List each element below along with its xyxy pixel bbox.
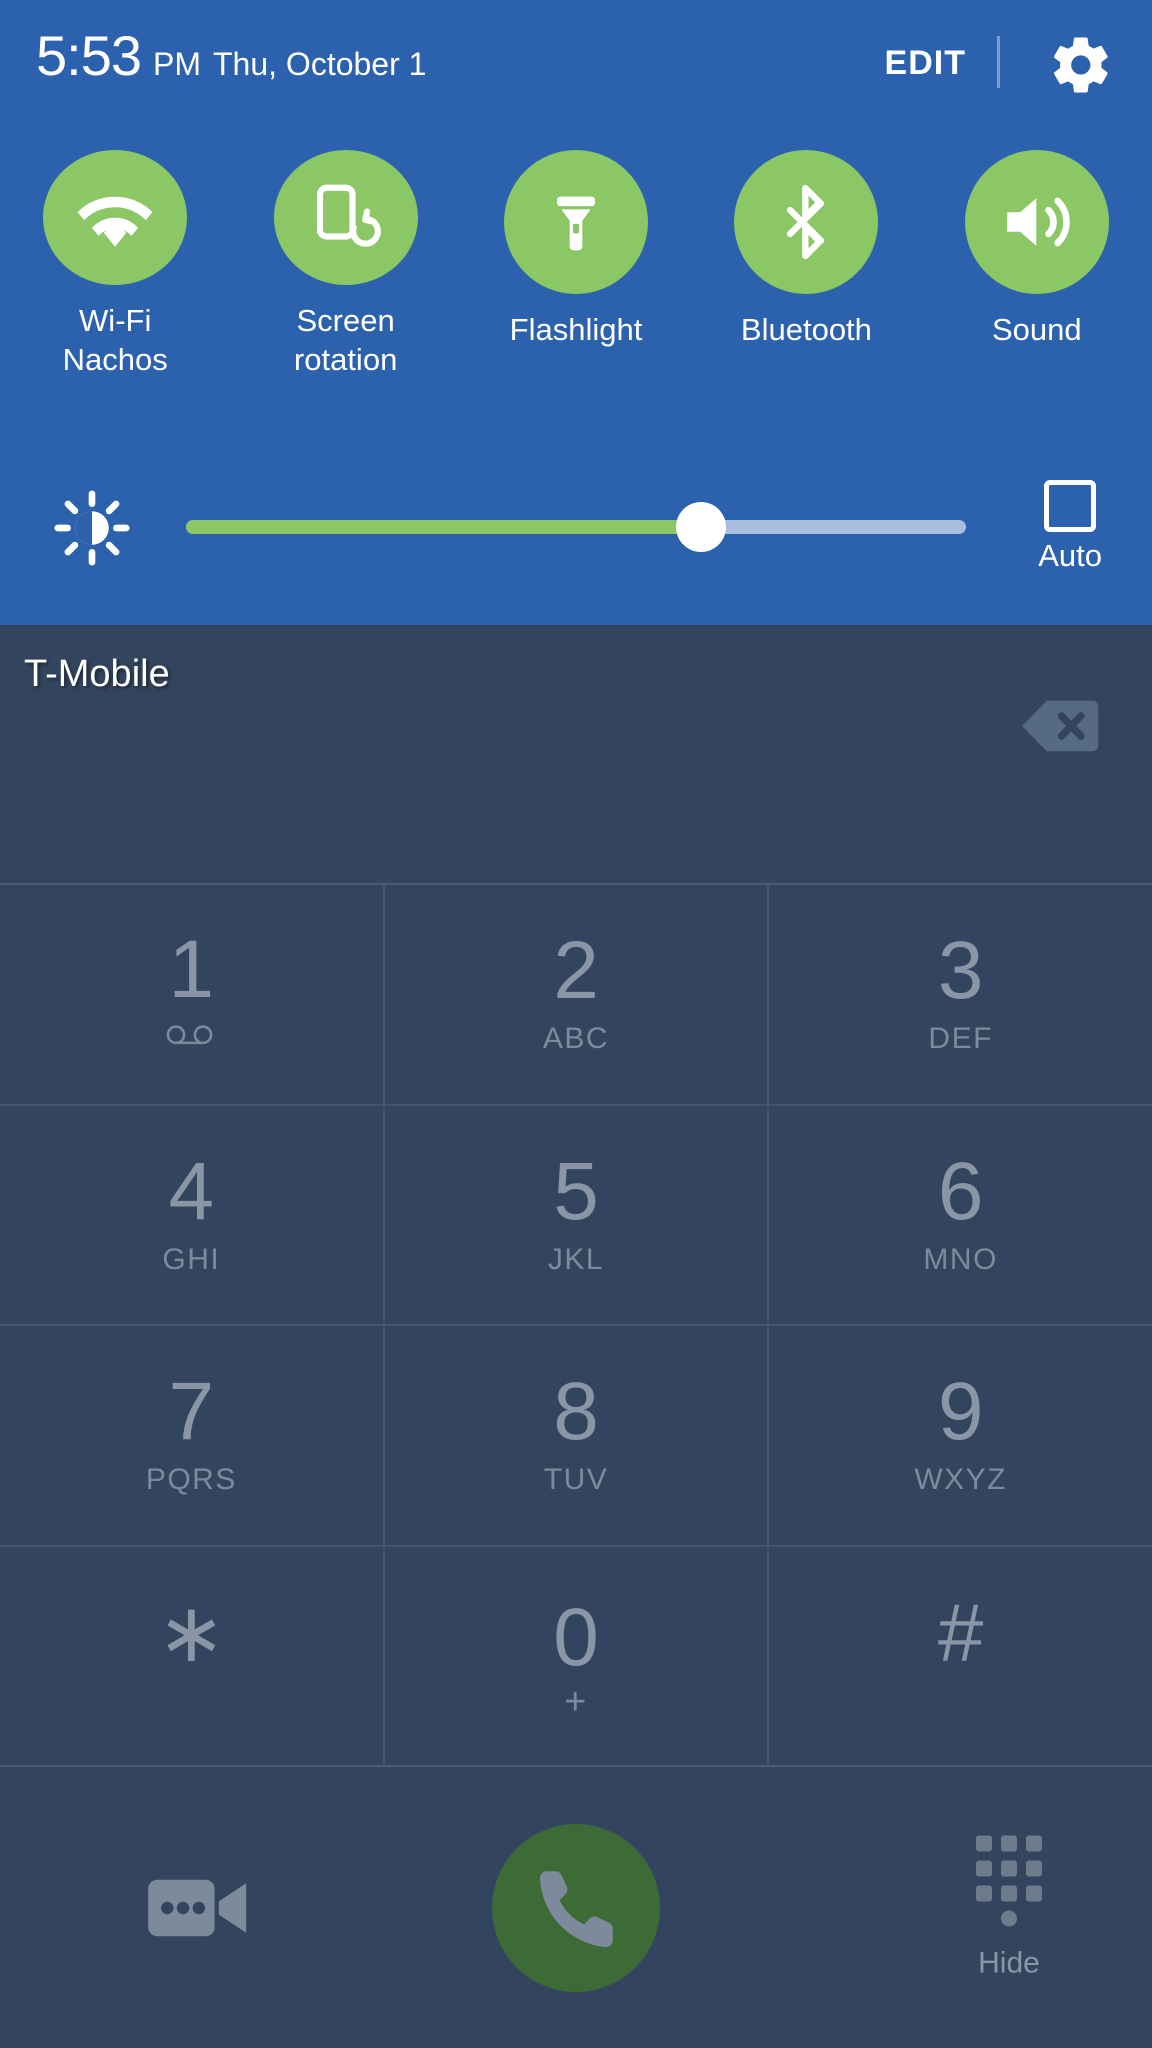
toggle-wifi-label: Wi-Fi	[79, 302, 152, 338]
gear-icon[interactable]	[1048, 32, 1114, 98]
dialpad-key-star[interactable]: ∗	[0, 1546, 385, 1767]
dialpad-key-8-digit: 8	[553, 1366, 599, 1458]
quick-settings-header: 5:53 PM Thu, October 1 EDIT	[0, 0, 1152, 118]
toggle-flashlight[interactable]: Flashlight	[461, 150, 691, 380]
voicemail-icon	[164, 1023, 218, 1057]
clock-ampm: PM	[153, 46, 201, 82]
toggle-bluetooth-label: Bluetooth	[740, 312, 872, 347]
quick-toggle-row: Wi-Fi Nachos Screen rotation Flashlight …	[0, 150, 1152, 380]
toggle-sound-circle[interactable]	[964, 150, 1109, 294]
carrier-name: T-Mobile	[24, 653, 170, 695]
toggle-screen-rotation-sub: rotation	[293, 342, 398, 378]
dialpad-key-4-letters: GHI	[162, 1242, 221, 1276]
toggle-sound[interactable]: Sound	[922, 150, 1152, 380]
flashlight-icon	[557, 196, 596, 251]
dialpad-key-9[interactable]: 9 WXYZ	[769, 1326, 1152, 1547]
dialpad-key-7-letters: PQRS	[145, 1463, 237, 1497]
backspace-icon[interactable]	[1016, 698, 1104, 754]
dialpad-key-star-digit: ∗	[156, 1587, 226, 1679]
dialpad-key-8[interactable]: 8 TUV	[384, 1326, 770, 1547]
dialpad-key-0-digit: 0	[553, 1591, 599, 1683]
clock-time: 5:53	[36, 24, 142, 87]
dialpad-key-0-plus: +	[564, 1680, 588, 1723]
brightness-sun-icon	[54, 490, 130, 566]
toggle-flashlight-label: Flashlight	[509, 312, 643, 347]
clock-date: Thu, October 1	[213, 46, 427, 82]
dialpad-key-9-letters: WXYZ	[914, 1463, 1008, 1497]
toggle-wifi-sub: Nachos	[62, 342, 168, 378]
auto-brightness-label: Auto	[1038, 538, 1102, 573]
keypad-dots-icon	[976, 1835, 1042, 1926]
toggle-sound-label: Sound	[992, 312, 1082, 347]
quick-settings-panel: 5:53 PM Thu, October 1 EDIT Wi-Fi Nachos	[0, 0, 1152, 625]
brightness-slider-thumb[interactable]	[675, 502, 726, 552]
header-divider	[997, 36, 1000, 88]
auto-brightness-checkbox[interactable]	[1044, 480, 1097, 532]
dialpad-key-5-letters: JKL	[547, 1242, 605, 1276]
dialpad-key-6[interactable]: 6 MNO	[769, 1106, 1152, 1326]
dialpad-key-5[interactable]: 5 JKL	[384, 1105, 770, 1326]
dialpad-key-5-digit: 5	[553, 1145, 599, 1237]
dialer-screen: T-Mobile 1 2 ABC 3 DEF 4 GHI 5 JKL 6 MNO…	[0, 625, 1152, 2048]
dialpad-row: 1 2 ABC 3 DEF	[0, 885, 1152, 1106]
dialpad-key-3-letters: DEF	[928, 1022, 993, 1056]
dialpad-key-3[interactable]: 3 DEF	[769, 885, 1152, 1106]
dialpad-row: 7 PQRS 8 TUV 9 WXYZ	[0, 1326, 1152, 1547]
toggle-wifi-circle[interactable]	[43, 150, 188, 285]
dialpad-row: ∗ 0 + #	[0, 1546, 1152, 1768]
status-clock: 5:53 PM Thu, October 1	[36, 28, 426, 84]
dialpad-key-8-letters: TUV	[543, 1463, 609, 1497]
dialpad-key-hash-digit: #	[937, 1587, 984, 1679]
toggle-screen-rotation[interactable]: Screen rotation	[230, 150, 460, 380]
dialpad-key-3-digit: 3	[937, 925, 984, 1017]
toggle-flashlight-circle[interactable]	[504, 150, 649, 294]
toggle-screen-rotation-circle[interactable]	[273, 150, 418, 285]
screen-rotation-icon	[316, 184, 381, 248]
call-button[interactable]	[492, 1823, 660, 1992]
dialpad-key-2-digit: 2	[553, 925, 599, 1017]
brightness-slider-fill	[186, 520, 701, 534]
auto-brightness-toggle[interactable]: Auto	[1038, 480, 1102, 574]
dialpad-key-hash[interactable]: #	[769, 1547, 1152, 1768]
wifi-icon	[77, 197, 153, 248]
edit-button[interactable]: EDIT	[885, 44, 966, 83]
dialpad-key-1-digit: 1	[168, 924, 215, 1016]
dialpad-key-2-letters: ABC	[542, 1022, 610, 1056]
toggle-bluetooth[interactable]: Bluetooth	[691, 150, 921, 380]
brightness-row: Auto	[0, 480, 1152, 590]
dialpad-key-1[interactable]: 1	[0, 885, 385, 1106]
phone-call-icon	[539, 1870, 613, 1947]
dialpad: 1 2 ABC 3 DEF 4 GHI 5 JKL 6 MNO 7 PQRS 8…	[0, 883, 1152, 1768]
dialpad-key-2[interactable]: 2 ABC	[384, 885, 770, 1106]
dialpad-key-6-digit: 6	[937, 1145, 984, 1237]
dialpad-key-0[interactable]: 0 +	[385, 1546, 770, 1767]
hide-keypad-label: Hide	[978, 1946, 1040, 1979]
bluetooth-icon	[787, 184, 825, 260]
dialpad-key-4-digit: 4	[168, 1145, 215, 1237]
hide-keypad-button[interactable]: Hide	[976, 1835, 1042, 1980]
dialpad-key-4[interactable]: 4 GHI	[0, 1105, 385, 1326]
sound-volume-icon	[1007, 197, 1070, 247]
dialpad-key-7-digit: 7	[168, 1366, 215, 1458]
toggle-bluetooth-circle[interactable]	[734, 150, 879, 294]
number-entry-area: T-Mobile	[0, 625, 1152, 883]
dialpad-key-6-letters: MNO	[923, 1242, 998, 1276]
dialpad-key-7[interactable]: 7 PQRS	[0, 1326, 385, 1547]
brightness-slider-track[interactable]	[186, 520, 966, 534]
dialpad-key-9-digit: 9	[937, 1366, 984, 1458]
toggle-wifi[interactable]: Wi-Fi Nachos	[0, 150, 230, 380]
dialpad-row: 4 GHI 5 JKL 6 MNO	[0, 1105, 1152, 1326]
toggle-screen-rotation-label: Screen	[296, 302, 395, 338]
video-call-icon[interactable]	[144, 1868, 252, 1948]
dialer-action-bar: Hide	[0, 1765, 1152, 2048]
